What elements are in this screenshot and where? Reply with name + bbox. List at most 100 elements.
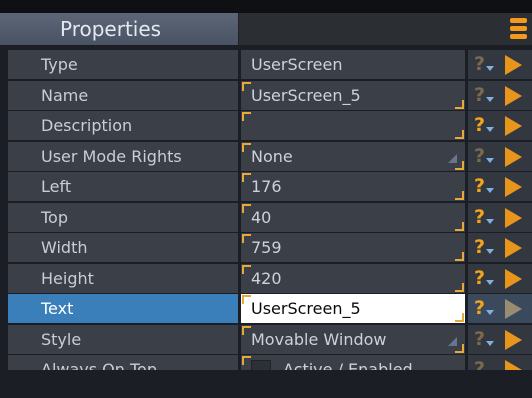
property-label-cell[interactable]: User Mode Rights	[8, 142, 238, 171]
edit-corner-icon	[455, 252, 464, 261]
row-actions: ?	[468, 172, 532, 201]
play-icon[interactable]	[505, 238, 522, 258]
property-label: Style	[41, 330, 82, 349]
help-icon[interactable]: ?	[474, 204, 485, 230]
help-icon[interactable]: ?	[474, 326, 485, 352]
row-actions: ?	[468, 142, 532, 171]
panel-title: Properties	[60, 17, 162, 41]
help-menu-caret-icon	[486, 341, 494, 346]
edit-corner-icon	[455, 130, 464, 139]
help-icon[interactable]: ?	[474, 51, 485, 77]
property-value: UserScreen_5	[251, 299, 361, 318]
property-value-field[interactable]: 40	[241, 203, 465, 232]
help-menu-caret-icon	[486, 219, 494, 224]
property-dropdown[interactable]: None	[241, 142, 465, 171]
property-label: Height	[41, 269, 94, 288]
play-icon[interactable]	[505, 55, 522, 75]
play-icon[interactable]	[505, 86, 522, 106]
play-icon[interactable]	[505, 208, 522, 228]
property-value-field[interactable]	[241, 111, 465, 140]
row-actions: ?	[468, 203, 532, 232]
edit-corner-icon	[242, 204, 251, 213]
edit-corner-icon	[455, 283, 464, 292]
edit-corner-icon	[455, 191, 464, 200]
row-actions: ?	[468, 294, 532, 323]
edit-corner-icon	[455, 313, 464, 322]
edit-corner-icon	[242, 356, 251, 365]
property-label: Type	[41, 55, 78, 74]
edit-corner-icon	[242, 265, 251, 274]
help-menu-caret-icon	[486, 97, 494, 102]
row-actions: ?	[468, 325, 532, 354]
row-actions: ?	[468, 233, 532, 262]
play-icon[interactable]	[505, 147, 522, 167]
edit-corner-icon	[242, 143, 251, 152]
property-row-style[interactable]: Style Movable Window?	[0, 325, 532, 355]
edit-corner-icon	[242, 234, 251, 243]
play-icon[interactable]	[505, 177, 522, 197]
edit-corner-icon	[455, 100, 464, 109]
edit-corner-icon	[242, 326, 251, 335]
help-icon[interactable]: ?	[474, 295, 485, 321]
property-row-user-mode-rights[interactable]: User Mode Rights None?	[0, 142, 532, 172]
play-icon[interactable]	[505, 299, 522, 319]
property-label: Left	[41, 177, 72, 196]
property-label: Top	[41, 208, 68, 227]
property-label: Description	[41, 116, 133, 135]
property-row-width[interactable]: Width 759?	[0, 233, 532, 263]
property-label-cell[interactable]: Left	[8, 172, 238, 201]
help-icon[interactable]: ?	[474, 143, 485, 169]
property-label: User Mode Rights	[41, 147, 182, 166]
row-actions: ?	[468, 111, 532, 140]
property-value-field[interactable]: 759	[241, 233, 465, 262]
property-value-field[interactable]: 176	[241, 172, 465, 201]
property-value-field[interactable]: UserScreen_5	[241, 294, 465, 323]
edit-corner-icon	[455, 222, 464, 231]
property-row-type[interactable]: Type UserScreen?	[0, 50, 532, 80]
help-icon[interactable]: ?	[474, 82, 485, 108]
play-icon[interactable]	[505, 330, 522, 350]
help-icon[interactable]: ?	[474, 112, 485, 138]
property-row-top[interactable]: Top 40?	[0, 203, 532, 233]
property-value: UserScreen	[251, 55, 343, 74]
play-icon[interactable]	[505, 269, 522, 289]
help-icon[interactable]: ?	[474, 265, 485, 291]
help-menu-caret-icon	[486, 280, 494, 285]
property-row-height[interactable]: Height 420?	[0, 264, 532, 294]
property-label-cell[interactable]: Name	[8, 81, 238, 110]
property-label: Width	[41, 238, 88, 257]
property-label-cell[interactable]: Top	[8, 203, 238, 232]
property-value-field[interactable]: UserScreen_5	[241, 81, 465, 110]
edit-corner-icon	[455, 344, 464, 353]
property-row-description[interactable]: Description?	[0, 111, 532, 141]
edit-corner-icon	[242, 112, 251, 121]
property-dropdown[interactable]: Movable Window	[241, 325, 465, 354]
edit-corner-icon	[455, 161, 464, 170]
row-actions: ?	[468, 264, 532, 293]
hamburger-menu-icon[interactable]	[508, 16, 528, 42]
row-actions: ?	[468, 50, 532, 79]
play-icon[interactable]	[505, 116, 522, 136]
property-label-cell[interactable]: Type	[8, 50, 238, 79]
property-value-field[interactable]: 420	[241, 264, 465, 293]
row-actions: ?	[468, 81, 532, 110]
help-icon[interactable]: ?	[474, 234, 485, 260]
property-label-cell[interactable]: Width	[8, 233, 238, 262]
property-row-text[interactable]: Text UserScreen_5?	[0, 294, 532, 324]
help-menu-caret-icon	[486, 158, 494, 163]
property-row-name[interactable]: Name UserScreen_5?	[0, 81, 532, 111]
property-value-field: UserScreen	[241, 50, 465, 79]
help-icon[interactable]: ?	[474, 173, 485, 199]
property-label-cell[interactable]: Description	[8, 111, 238, 140]
property-label-cell[interactable]: Height	[8, 264, 238, 293]
property-label-cell[interactable]: Style	[8, 325, 238, 354]
help-menu-caret-icon	[486, 249, 494, 254]
help-menu-caret-icon	[486, 127, 494, 132]
property-label: Name	[41, 86, 89, 105]
property-row-left[interactable]: Left 176?	[0, 172, 532, 202]
header-bar	[239, 13, 532, 45]
property-label-cell[interactable]: Text	[8, 294, 238, 323]
edit-corner-icon	[242, 82, 251, 91]
top-strip	[0, 0, 532, 13]
edit-corner-icon	[242, 173, 251, 182]
